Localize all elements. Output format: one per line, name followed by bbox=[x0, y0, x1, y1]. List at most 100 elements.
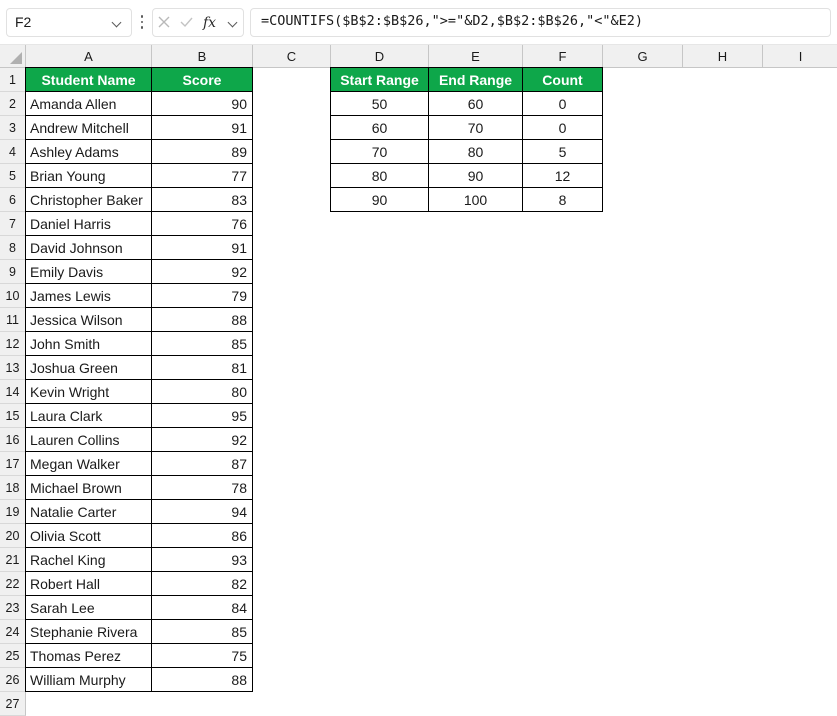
row-header-15[interactable]: 15 bbox=[0, 404, 26, 428]
cell-student-name-11[interactable]: Jessica Wilson bbox=[25, 307, 152, 332]
row-header-21[interactable]: 21 bbox=[0, 548, 26, 572]
chevron-down-icon[interactable] bbox=[228, 19, 239, 26]
more-options-icon[interactable] bbox=[132, 8, 152, 37]
cell-count-4[interactable]: 5 bbox=[522, 139, 603, 164]
header-cell-student-name[interactable]: Student Name bbox=[25, 67, 152, 92]
cell-score-20[interactable]: 86 bbox=[151, 523, 253, 548]
row-header-8[interactable]: 8 bbox=[0, 236, 26, 260]
row-header-6[interactable]: 6 bbox=[0, 188, 26, 212]
column-header-e[interactable]: E bbox=[429, 45, 523, 68]
header-cell-score[interactable]: Score bbox=[151, 67, 253, 92]
column-header-b[interactable]: B bbox=[152, 45, 253, 68]
cell-student-name-12[interactable]: John Smith bbox=[25, 331, 152, 356]
cell-student-name-26[interactable]: William Murphy bbox=[25, 667, 152, 692]
row-header-1[interactable]: 1 bbox=[0, 68, 26, 92]
cell-student-name-6[interactable]: Christopher Baker bbox=[25, 187, 152, 212]
cell-score-5[interactable]: 77 bbox=[151, 163, 253, 188]
cell-count-5[interactable]: 12 bbox=[522, 163, 603, 188]
cancel-x-icon[interactable] bbox=[157, 15, 171, 29]
row-header-10[interactable]: 10 bbox=[0, 284, 26, 308]
cell-student-name-9[interactable]: Emily Davis bbox=[25, 259, 152, 284]
cell-start-range-4[interactable]: 70 bbox=[330, 139, 429, 164]
cell-student-name-14[interactable]: Kevin Wright bbox=[25, 379, 152, 404]
cell-student-name-18[interactable]: Michael Brown bbox=[25, 475, 152, 500]
insert-function-fx-icon[interactable]: fx bbox=[202, 14, 220, 30]
row-header-2[interactable]: 2 bbox=[0, 92, 26, 116]
cell-student-name-13[interactable]: Joshua Green bbox=[25, 355, 152, 380]
cell-score-26[interactable]: 88 bbox=[151, 667, 253, 692]
row-header-17[interactable]: 17 bbox=[0, 452, 26, 476]
cell-end-range-4[interactable]: 80 bbox=[428, 139, 523, 164]
row-header-27[interactable]: 27 bbox=[0, 692, 26, 716]
cell-student-name-15[interactable]: Laura Clark bbox=[25, 403, 152, 428]
cell-score-6[interactable]: 83 bbox=[151, 187, 253, 212]
cell-start-range-6[interactable]: 90 bbox=[330, 187, 429, 212]
row-header-25[interactable]: 25 bbox=[0, 644, 26, 668]
cell-student-name-16[interactable]: Lauren Collins bbox=[25, 427, 152, 452]
cell-student-name-24[interactable]: Stephanie Rivera bbox=[25, 619, 152, 644]
confirm-check-icon[interactable] bbox=[179, 15, 194, 29]
cell-end-range-2[interactable]: 60 bbox=[428, 91, 523, 116]
row-header-11[interactable]: 11 bbox=[0, 308, 26, 332]
cell-score-10[interactable]: 79 bbox=[151, 283, 253, 308]
cell-end-range-3[interactable]: 70 bbox=[428, 115, 523, 140]
column-header-a[interactable]: A bbox=[26, 45, 152, 68]
cell-count-3[interactable]: 0 bbox=[522, 115, 603, 140]
header-cell-end-range[interactable]: End Range bbox=[428, 67, 523, 92]
formula-input[interactable]: =COUNTIFS($B$2:$B$26,">="&D2,$B$2:$B$26,… bbox=[250, 7, 831, 37]
cell-score-4[interactable]: 89 bbox=[151, 139, 253, 164]
cell-score-25[interactable]: 75 bbox=[151, 643, 253, 668]
cell-student-name-4[interactable]: Ashley Adams bbox=[25, 139, 152, 164]
cell-score-19[interactable]: 94 bbox=[151, 499, 253, 524]
row-header-7[interactable]: 7 bbox=[0, 212, 26, 236]
cell-student-name-2[interactable]: Amanda Allen bbox=[25, 91, 152, 116]
row-header-18[interactable]: 18 bbox=[0, 476, 26, 500]
cell-score-23[interactable]: 84 bbox=[151, 595, 253, 620]
cell-score-18[interactable]: 78 bbox=[151, 475, 253, 500]
cell-student-name-23[interactable]: Sarah Lee bbox=[25, 595, 152, 620]
cell-score-24[interactable]: 85 bbox=[151, 619, 253, 644]
row-header-22[interactable]: 22 bbox=[0, 572, 26, 596]
cell-student-name-22[interactable]: Robert Hall bbox=[25, 571, 152, 596]
cell-count-6[interactable]: 8 bbox=[522, 187, 603, 212]
header-cell-start-range[interactable]: Start Range bbox=[330, 67, 429, 92]
column-header-c[interactable]: C bbox=[253, 45, 331, 68]
cell-score-15[interactable]: 95 bbox=[151, 403, 253, 428]
cell-count-2[interactable]: 0 bbox=[522, 91, 603, 116]
cell-student-name-17[interactable]: Megan Walker bbox=[25, 451, 152, 476]
cell-start-range-5[interactable]: 80 bbox=[330, 163, 429, 188]
row-header-24[interactable]: 24 bbox=[0, 620, 26, 644]
cell-score-11[interactable]: 88 bbox=[151, 307, 253, 332]
column-header-g[interactable]: G bbox=[603, 45, 683, 68]
cell-student-name-8[interactable]: David Johnson bbox=[25, 235, 152, 260]
cell-student-name-5[interactable]: Brian Young bbox=[25, 163, 152, 188]
row-header-13[interactable]: 13 bbox=[0, 356, 26, 380]
cell-score-22[interactable]: 82 bbox=[151, 571, 253, 596]
column-header-d[interactable]: D bbox=[331, 45, 429, 68]
row-header-19[interactable]: 19 bbox=[0, 500, 26, 524]
header-cell-count[interactable]: Count bbox=[522, 67, 603, 92]
row-header-20[interactable]: 20 bbox=[0, 524, 26, 548]
cell-score-13[interactable]: 81 bbox=[151, 355, 253, 380]
row-header-23[interactable]: 23 bbox=[0, 596, 26, 620]
cell-score-21[interactable]: 93 bbox=[151, 547, 253, 572]
select-all-corner-icon[interactable] bbox=[0, 45, 26, 68]
cell-student-name-20[interactable]: Olivia Scott bbox=[25, 523, 152, 548]
cell-end-range-5[interactable]: 90 bbox=[428, 163, 523, 188]
column-header-i[interactable]: I bbox=[763, 45, 837, 68]
cell-score-12[interactable]: 85 bbox=[151, 331, 253, 356]
cell-student-name-21[interactable]: Rachel King bbox=[25, 547, 152, 572]
row-header-3[interactable]: 3 bbox=[0, 116, 26, 140]
row-header-14[interactable]: 14 bbox=[0, 380, 26, 404]
cell-end-range-6[interactable]: 100 bbox=[428, 187, 523, 212]
cell-start-range-2[interactable]: 50 bbox=[330, 91, 429, 116]
row-header-4[interactable]: 4 bbox=[0, 140, 26, 164]
cell-student-name-25[interactable]: Thomas Perez bbox=[25, 643, 152, 668]
cell-score-2[interactable]: 90 bbox=[151, 91, 253, 116]
cell-score-16[interactable]: 92 bbox=[151, 427, 253, 452]
cell-student-name-3[interactable]: Andrew Mitchell bbox=[25, 115, 152, 140]
cell-student-name-7[interactable]: Daniel Harris bbox=[25, 211, 152, 236]
cell-score-3[interactable]: 91 bbox=[151, 115, 253, 140]
cell-score-9[interactable]: 92 bbox=[151, 259, 253, 284]
column-header-f[interactable]: F bbox=[523, 45, 603, 68]
